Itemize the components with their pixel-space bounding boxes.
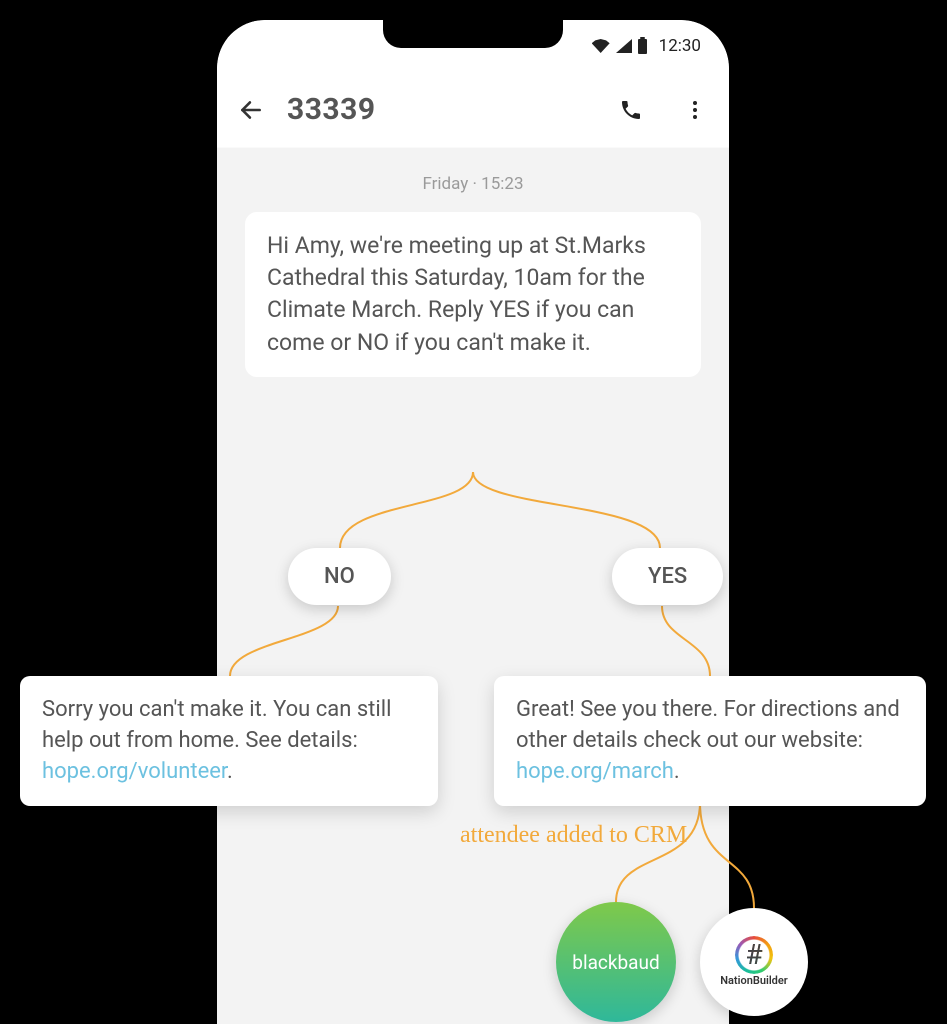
response-no-text: Sorry you can't make it. You can still h… (42, 697, 391, 753)
response-no-suffix: . (227, 759, 233, 784)
signal-icon (616, 39, 632, 53)
response-yes-link[interactable]: hope.org/march (516, 759, 674, 784)
more-icon[interactable] (681, 96, 709, 124)
wifi-icon (592, 39, 610, 53)
response-yes-suffix: . (674, 759, 680, 784)
phone-bezel: 12:30 33339 Friday · 15:23 Hi Amy, we're… (217, 20, 729, 1024)
conversation-title: 33339 (287, 92, 595, 127)
crm-nationbuilder-badge: # NationBuilder (700, 908, 808, 1016)
incoming-message: Hi Amy, we're meeting up at St.Marks Cat… (245, 212, 701, 377)
crm-nationbuilder-label: NationBuilder (720, 974, 788, 987)
clock: 12:30 (659, 36, 701, 56)
reply-option-yes[interactable]: YES (612, 548, 723, 605)
crm-blackbaud-badge: blackbaud (556, 902, 676, 1022)
app-header: 33339 (217, 72, 729, 148)
reply-option-no[interactable]: NO (288, 548, 391, 605)
call-icon[interactable] (617, 96, 645, 124)
response-no-link[interactable]: hope.org/volunteer (42, 759, 227, 784)
phone-frame: 12:30 33339 Friday · 15:23 Hi Amy, we're… (205, 8, 741, 1024)
crm-blackbaud-label: blackbaud (572, 951, 659, 974)
battery-icon (638, 39, 647, 54)
response-no-card: Sorry you can't make it. You can still h… (20, 676, 438, 806)
message-timestamp: Friday · 15:23 (217, 174, 729, 194)
response-yes-text: Great! See you there. For directions and… (516, 697, 900, 753)
back-icon[interactable] (237, 96, 265, 124)
crm-annotation: attendee added to CRM (460, 820, 687, 851)
hash-icon: # (737, 938, 771, 972)
phone-notch (383, 20, 563, 48)
phone-screen: 12:30 33339 Friday · 15:23 Hi Amy, we're… (217, 20, 729, 1024)
response-yes-card: Great! See you there. For directions and… (494, 676, 926, 806)
